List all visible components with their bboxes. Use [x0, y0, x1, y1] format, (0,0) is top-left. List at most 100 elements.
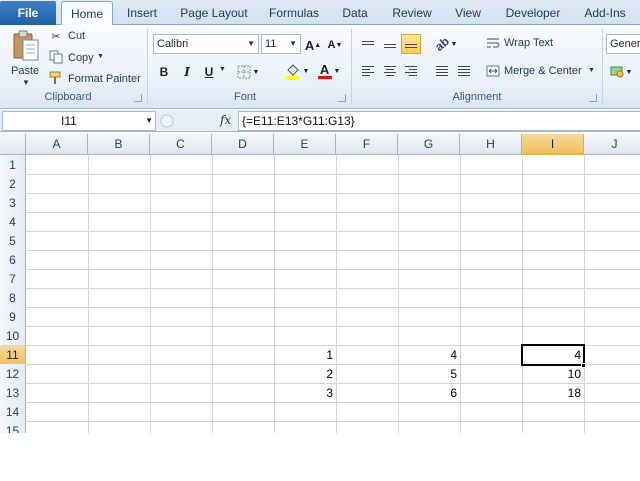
- paste-icon: [13, 30, 39, 61]
- gridline: [26, 231, 640, 232]
- tab-home[interactable]: Home: [61, 1, 113, 26]
- tab-review[interactable]: Review: [386, 0, 438, 25]
- row-header-9[interactable]: 9: [0, 307, 26, 327]
- chevron-down-icon: ▼: [247, 39, 255, 48]
- font-name-value: Calibri: [157, 38, 189, 50]
- column-header-a[interactable]: A: [26, 134, 88, 155]
- column-header-d[interactable]: D: [212, 134, 274, 155]
- gridline: [212, 155, 213, 433]
- row-header-6[interactable]: 6: [0, 250, 26, 270]
- cell-g13[interactable]: 6: [399, 384, 460, 403]
- borders-button[interactable]: ▼: [235, 63, 261, 81]
- row-header-1[interactable]: 1: [0, 155, 26, 175]
- alignment-group-label: Alignment: [452, 91, 502, 103]
- font-launcher-icon[interactable]: [338, 94, 346, 102]
- increase-indent-button[interactable]: [454, 61, 474, 81]
- wrap-text-label: Wrap Text: [504, 37, 554, 49]
- top-align-button[interactable]: [358, 34, 378, 54]
- row-header-3[interactable]: 3: [0, 193, 26, 213]
- row-header-8[interactable]: 8: [0, 288, 26, 308]
- gridline: [26, 326, 640, 327]
- italic-button[interactable]: I: [179, 63, 195, 81]
- tab-add-ins[interactable]: Add-Ins: [576, 0, 634, 25]
- middle-align-button[interactable]: [380, 34, 400, 54]
- gridline: [26, 421, 640, 422]
- cell-g11[interactable]: 4: [399, 346, 460, 365]
- grow-font-button[interactable]: A ▲: [305, 36, 321, 54]
- cell-e12[interactable]: 2: [275, 365, 336, 384]
- align-right-button[interactable]: [401, 61, 421, 81]
- decrease-indent-button[interactable]: [432, 61, 452, 81]
- gridline: [26, 250, 640, 251]
- gridline: [460, 155, 461, 433]
- align-left-button[interactable]: [358, 61, 378, 81]
- row-header-10[interactable]: 10: [0, 326, 26, 346]
- cell-e11[interactable]: 1: [275, 346, 336, 365]
- underline-button[interactable]: U: [201, 63, 217, 81]
- borders-icon: [237, 65, 251, 79]
- column-header-b[interactable]: B: [88, 134, 150, 155]
- name-box[interactable]: I11 ▼: [2, 111, 156, 131]
- fill-handle[interactable]: [581, 363, 586, 368]
- cell-e13[interactable]: 3: [275, 384, 336, 403]
- cell-i12[interactable]: 10: [523, 365, 584, 384]
- tab-formulas[interactable]: Formulas: [263, 0, 325, 25]
- cut-label: Cut: [68, 30, 86, 42]
- merge-center-label: Merge & Center: [504, 65, 582, 77]
- tab-view[interactable]: View: [448, 0, 488, 25]
- font-size-combo[interactable]: 11 ▼: [261, 34, 301, 54]
- orientation-button[interactable]: ab ▼: [431, 34, 460, 54]
- column-header-e[interactable]: E: [274, 134, 336, 155]
- alignment-launcher-icon[interactable]: [589, 94, 597, 102]
- file-tab[interactable]: File: [0, 1, 56, 25]
- bold-button[interactable]: B: [156, 63, 172, 81]
- fill-color-button[interactable]: ▼: [284, 62, 310, 80]
- cell-i13[interactable]: 18: [523, 384, 584, 403]
- tab-data[interactable]: Data: [334, 0, 376, 25]
- formula-text: {=E11:E13*G11:G13}: [242, 114, 355, 128]
- row-header-7[interactable]: 7: [0, 269, 26, 289]
- name-box-value: I11: [61, 114, 77, 128]
- column-header-c[interactable]: C: [150, 134, 212, 155]
- row-header-2[interactable]: 2: [0, 174, 26, 194]
- row-header-13[interactable]: 13: [0, 383, 26, 403]
- column-header-f[interactable]: F: [336, 134, 398, 155]
- grow-font-icon: A: [304, 37, 315, 53]
- row-header-15[interactable]: 15: [0, 421, 26, 433]
- gridline: [88, 155, 89, 433]
- column-header-g[interactable]: G: [398, 134, 460, 155]
- tab-insert[interactable]: Insert: [119, 0, 165, 25]
- spreadsheet-grid[interactable]: A B C D E F G H I J 1 2 3 4 5 6 7 8 9 10…: [0, 134, 640, 433]
- font-color-button[interactable]: A ▼: [316, 62, 342, 80]
- row-header-11[interactable]: 11: [0, 345, 26, 365]
- shrink-font-button[interactable]: A ▼: [327, 36, 343, 54]
- cell-g12[interactable]: 5: [399, 365, 460, 384]
- row-header-12[interactable]: 12: [0, 364, 26, 384]
- formula-input[interactable]: {=E11:E13*G11:G13}: [238, 111, 640, 131]
- accounting-format-button[interactable]: ▼: [609, 63, 633, 81]
- gridline: [336, 155, 337, 433]
- gridline: [150, 155, 151, 433]
- tab-developer[interactable]: Developer: [498, 0, 568, 25]
- number-format-combo[interactable]: Genera: [606, 34, 640, 54]
- chevron-down-icon: ▼: [22, 78, 30, 87]
- select-all-corner[interactable]: [0, 134, 26, 155]
- insert-function-button[interactable]: fx: [220, 113, 231, 127]
- orientation-icon: ab: [431, 34, 452, 54]
- font-color-icon: A: [317, 63, 332, 79]
- tab-page-layout[interactable]: Page Layout: [176, 0, 252, 25]
- row-header-5[interactable]: 5: [0, 231, 26, 251]
- column-header-i[interactable]: I: [522, 134, 584, 155]
- clipboard-launcher-icon[interactable]: [134, 94, 142, 102]
- scissors-icon: ✂: [51, 30, 61, 43]
- column-header-h[interactable]: H: [460, 134, 522, 155]
- gridline: [26, 269, 640, 270]
- row-header-14[interactable]: 14: [0, 402, 26, 422]
- row-header-4[interactable]: 4: [0, 212, 26, 232]
- bottom-align-button[interactable]: [401, 34, 421, 54]
- chevron-down-icon: ▼: [219, 66, 226, 73]
- font-name-combo[interactable]: Calibri ▼: [153, 34, 259, 54]
- gridline: [26, 288, 640, 289]
- align-center-button[interactable]: [380, 61, 400, 81]
- column-header-j[interactable]: J: [584, 134, 640, 155]
